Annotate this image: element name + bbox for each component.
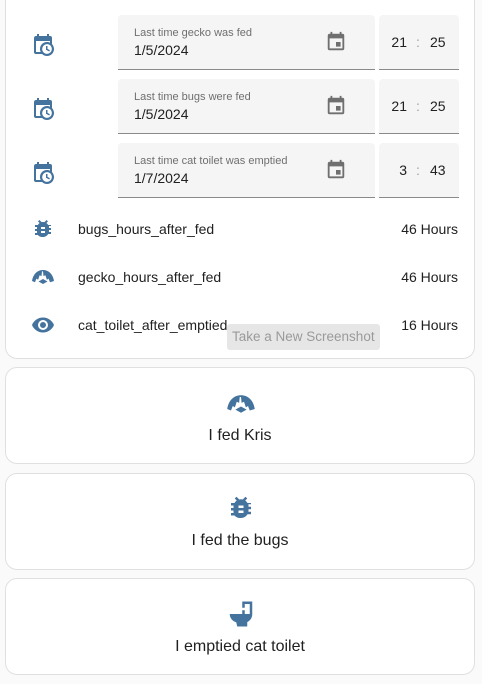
sensor-name: cat_toilet_after_emptied bbox=[78, 317, 228, 333]
calendar-icon[interactable] bbox=[325, 31, 347, 53]
time-field-bugs-fed[interactable]: 21 : 25 bbox=[379, 79, 459, 134]
sensor-row-bugs[interactable]: bugs_hours_after_fed 46 Hours bbox=[6, 209, 474, 249]
sensor-value: 16 Hours bbox=[401, 317, 458, 333]
date-field-label: Last time gecko was fed bbox=[134, 27, 253, 39]
gecko-icon bbox=[226, 389, 256, 419]
time-minute[interactable]: 43 bbox=[430, 162, 446, 178]
gecko-icon bbox=[31, 265, 55, 289]
time-minute[interactable]: 25 bbox=[430, 98, 446, 114]
toilet-icon bbox=[226, 599, 256, 629]
button-label: I fed Kris bbox=[208, 427, 272, 444]
date-field-label: Last time bugs were fed bbox=[134, 91, 251, 103]
calendar-icon[interactable] bbox=[325, 159, 347, 181]
datetime-row-cat-toilet: Last time cat toilet was emptied 1/7/202… bbox=[6, 143, 474, 199]
time-hour[interactable]: 21 bbox=[391, 98, 407, 114]
bug-icon bbox=[226, 493, 256, 523]
time-hour[interactable]: 21 bbox=[391, 34, 407, 50]
datetime-row-bugs-fed: Last time bugs were fed 1/5/2024 21 : 25 bbox=[6, 79, 474, 135]
sensor-name: gecko_hours_after_fed bbox=[78, 269, 222, 285]
time-field-cat-toilet[interactable]: 3 : 43 bbox=[379, 143, 459, 198]
entities-card: Last time gecko was fed 1/5/2024 21 : 25… bbox=[5, 0, 475, 359]
sensor-name: bugs_hours_after_fed bbox=[78, 221, 215, 237]
time-separator: : bbox=[416, 34, 420, 50]
eye-icon bbox=[31, 313, 55, 337]
date-field-bugs-fed[interactable]: Last time bugs were fed 1/5/2024 bbox=[118, 79, 375, 134]
time-minute[interactable]: 25 bbox=[430, 34, 446, 50]
date-field-value: 1/5/2024 bbox=[134, 106, 189, 122]
fed-kris-button[interactable]: I fed Kris bbox=[5, 367, 475, 464]
calendar-clock-icon bbox=[31, 33, 55, 57]
sensor-value: 46 Hours bbox=[401, 269, 458, 285]
emptied-cat-toilet-button[interactable]: I emptied cat toilet bbox=[5, 578, 475, 675]
time-hour[interactable]: 3 bbox=[399, 162, 407, 178]
time-separator: : bbox=[416, 98, 420, 114]
calendar-clock-icon bbox=[31, 161, 55, 185]
fed-bugs-button[interactable]: I fed the bugs bbox=[5, 473, 475, 570]
time-separator: : bbox=[416, 162, 420, 178]
date-field-label: Last time cat toilet was emptied bbox=[134, 155, 288, 167]
datetime-row-gecko-fed: Last time gecko was fed 1/5/2024 21 : 25 bbox=[6, 15, 474, 71]
date-field-cat-toilet[interactable]: Last time cat toilet was emptied 1/7/202… bbox=[118, 143, 375, 198]
screenshot-tooltip: Take a New Screenshot bbox=[227, 324, 380, 350]
bug-icon bbox=[31, 217, 55, 241]
date-field-value: 1/7/2024 bbox=[134, 170, 189, 186]
time-field-gecko-fed[interactable]: 21 : 25 bbox=[379, 15, 459, 70]
button-label: I emptied cat toilet bbox=[175, 638, 305, 655]
button-label: I fed the bugs bbox=[191, 532, 289, 549]
date-field-value: 1/5/2024 bbox=[134, 42, 189, 58]
date-field-gecko-fed[interactable]: Last time gecko was fed 1/5/2024 bbox=[118, 15, 375, 70]
sensor-row-gecko[interactable]: gecko_hours_after_fed 46 Hours bbox=[6, 257, 474, 297]
sensor-value: 46 Hours bbox=[401, 221, 458, 237]
calendar-clock-icon bbox=[31, 97, 55, 121]
calendar-icon[interactable] bbox=[325, 95, 347, 117]
